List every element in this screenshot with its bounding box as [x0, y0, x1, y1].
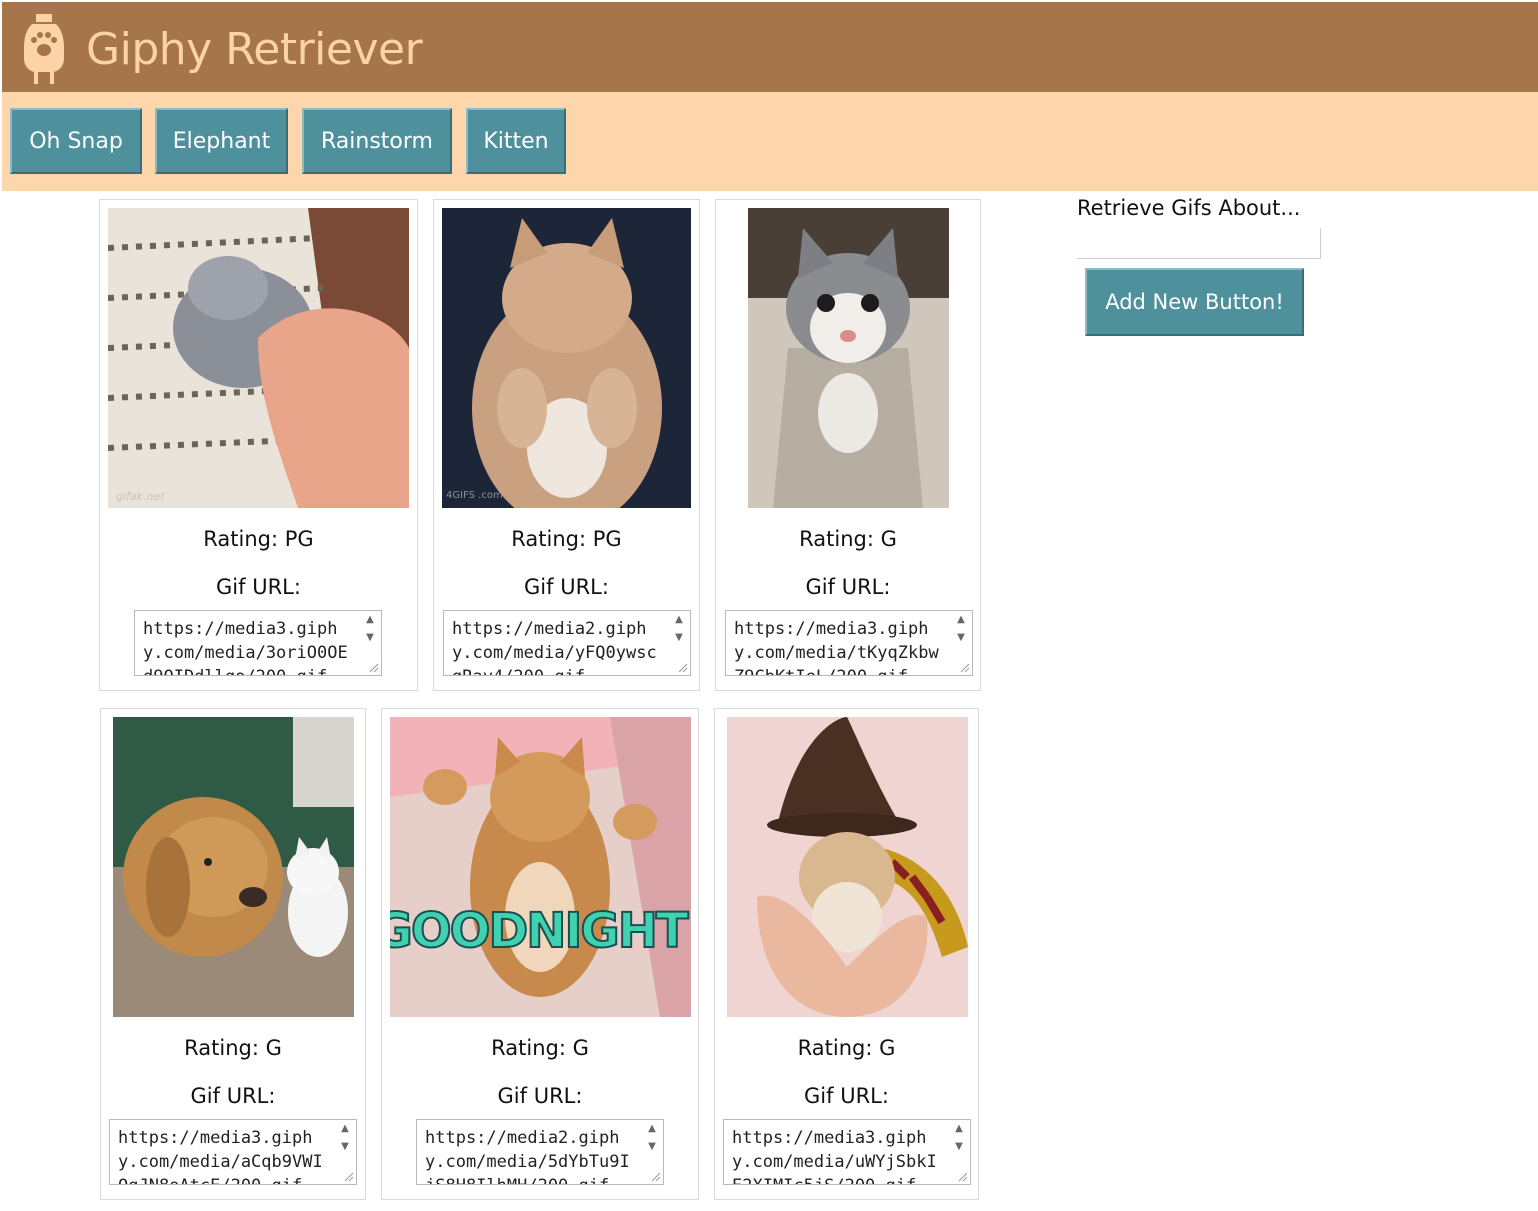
paw-bottle-icon	[24, 14, 64, 84]
gif-url-textarea[interactable]: https://media3.giphy.com/media/3oriO0OEd…	[134, 610, 382, 676]
gif-image[interactable]: 4GIFS .com	[442, 208, 691, 508]
retrieve-gifs-label: Retrieve Gifs About...	[1077, 196, 1301, 220]
topic-button-rainstorm[interactable]: Rainstorm	[302, 108, 452, 174]
gif-url-text: https://media2.giphy.com/media/5dYbTu9Ij…	[425, 1128, 630, 1184]
scroll-down-icon[interactable]: ▼	[363, 631, 377, 645]
gif-image[interactable]	[113, 717, 354, 1017]
gif-watermark: 4GIFS .com	[446, 490, 503, 501]
gif-url-text: https://media2.giphy.com/media/yFQ0ywscg…	[452, 619, 657, 675]
gif-url-text: https://media3.giphy.com/media/tKyqZkbwZ…	[734, 619, 939, 675]
gif-rating: Rating: G	[184, 1036, 282, 1060]
gif-url-textarea[interactable]: https://media3.giphy.com/media/uWYjSbkIE…	[723, 1119, 971, 1185]
gif-url-textarea[interactable]: https://media3.giphy.com/media/tKyqZkbwZ…	[725, 610, 973, 676]
gif-card: 4GIFS .com Rating: PG Gif URL: https://m…	[433, 199, 700, 691]
gif-rating: Rating: G	[491, 1036, 589, 1060]
resize-grip-icon[interactable]	[958, 661, 970, 673]
gif-url-label: Gif URL:	[524, 575, 609, 599]
gif-rating: Rating: PG	[511, 527, 622, 551]
gif-rating: Rating: PG	[203, 527, 314, 551]
gif-url-label: Gif URL:	[216, 575, 301, 599]
gif-url-textarea[interactable]: https://media2.giphy.com/media/yFQ0ywscg…	[443, 610, 691, 676]
gif-watermark: gifak.net	[116, 490, 165, 503]
scroll-up-icon[interactable]: ▲	[672, 613, 686, 627]
scroll-down-icon[interactable]: ▼	[672, 631, 686, 645]
gif-image[interactable]	[748, 208, 949, 508]
gif-url-label: Gif URL:	[805, 575, 891, 599]
scroll-up-icon[interactable]: ▲	[645, 1122, 659, 1136]
topic-button-kitten[interactable]: Kitten	[466, 108, 566, 174]
topic-button-bar: Oh Snap Elephant Rainstorm Kitten	[2, 92, 1538, 191]
resize-grip-icon[interactable]	[342, 1170, 354, 1182]
gif-url-text: https://media3.giphy.com/media/uWYjSbkIE…	[732, 1128, 937, 1184]
scroll-down-icon[interactable]: ▼	[338, 1140, 352, 1154]
gif-url-text: https://media3.giphy.com/media/aCqb9VWIO…	[118, 1128, 323, 1184]
resize-grip-icon[interactable]	[676, 661, 688, 673]
gif-url-label: Gif URL:	[497, 1084, 583, 1108]
gif-rating: Rating: G	[799, 527, 897, 551]
topic-input[interactable]	[1077, 228, 1321, 259]
gif-card: gifak.net Rating: PG Gif URL: https://me…	[99, 199, 418, 691]
gif-url-textarea[interactable]: https://media3.giphy.com/media/aCqb9VWIO…	[109, 1119, 357, 1185]
scroll-up-icon[interactable]: ▲	[952, 1122, 966, 1136]
topic-button-elephant[interactable]: Elephant	[155, 108, 288, 174]
gif-image[interactable]	[727, 717, 968, 1017]
resize-grip-icon[interactable]	[956, 1170, 968, 1182]
gif-image[interactable]: GOODNIGHT!	[390, 717, 691, 1017]
add-new-button[interactable]: Add New Button!	[1085, 268, 1304, 336]
scroll-up-icon[interactable]: ▲	[954, 613, 968, 627]
gif-overlay-text: GOODNIGHT!	[390, 903, 691, 959]
scroll-up-icon[interactable]: ▲	[338, 1122, 352, 1136]
gif-card: Rating: G Gif URL: https://media3.giphy.…	[715, 199, 981, 691]
scroll-down-icon[interactable]: ▼	[954, 631, 968, 645]
gif-image[interactable]: gifak.net	[108, 208, 409, 508]
resize-grip-icon[interactable]	[649, 1170, 661, 1182]
topic-button-oh-snap[interactable]: Oh Snap	[10, 108, 142, 174]
gif-card: GOODNIGHT! Rating: G Gif URL: https://me…	[381, 708, 699, 1200]
scroll-up-icon[interactable]: ▲	[363, 613, 377, 627]
app-title: Giphy Retriever	[86, 24, 423, 75]
app-header: Giphy Retriever	[2, 2, 1538, 92]
gif-rating: Rating: G	[797, 1036, 896, 1060]
gif-url-textarea[interactable]: https://media2.giphy.com/media/5dYbTu9Ij…	[416, 1119, 664, 1185]
gif-url-label: Gif URL:	[190, 1084, 276, 1108]
gif-url-label: Gif URL:	[804, 1084, 889, 1108]
gif-card: Rating: G Gif URL: https://media3.giphy.…	[100, 708, 366, 1200]
gif-card: Rating: G Gif URL: https://media3.giphy.…	[714, 708, 979, 1200]
gif-url-text: https://media3.giphy.com/media/3oriO0OEd…	[143, 619, 348, 675]
resize-grip-icon[interactable]	[367, 661, 379, 673]
scroll-down-icon[interactable]: ▼	[645, 1140, 659, 1154]
scroll-down-icon[interactable]: ▼	[952, 1140, 966, 1154]
